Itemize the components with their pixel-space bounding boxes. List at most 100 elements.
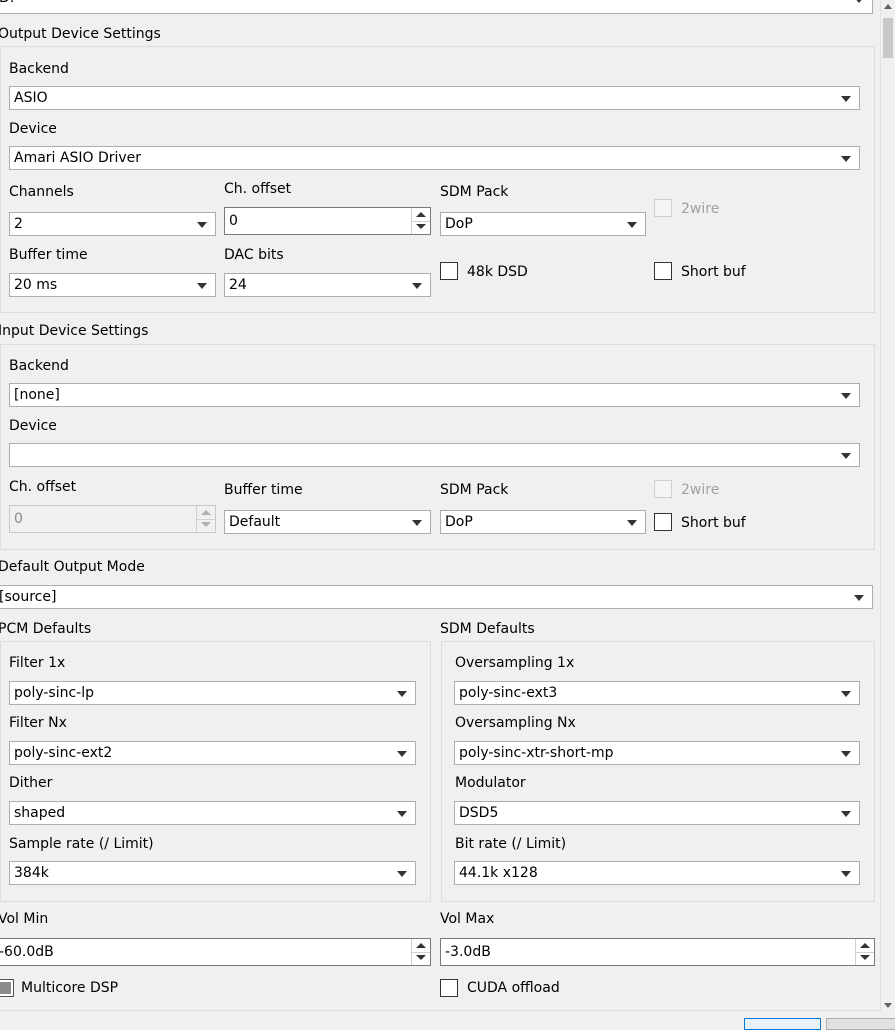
- input-ch-offset-spinbox[interactable]: 0: [9, 505, 216, 533]
- spin-up-icon[interactable]: [412, 939, 430, 953]
- default-output-mode-select[interactable]: [source]: [0, 585, 873, 609]
- chevron-down-icon: [627, 520, 637, 526]
- vol-min-spinbox[interactable]: -60.0dB: [0, 938, 431, 966]
- output-channels-select[interactable]: 2: [9, 212, 216, 236]
- output-dac-bits-value: 24: [229, 277, 247, 293]
- input-short-buf-label: Short buf: [681, 515, 746, 531]
- scrollbar-thumb[interactable]: [883, 18, 893, 58]
- chevron-down-icon: [397, 751, 407, 757]
- spin-buttons: [855, 939, 874, 965]
- chevron-down-icon: [397, 691, 407, 697]
- chevron-down-icon: [841, 751, 851, 757]
- spin-up-icon[interactable]: [412, 208, 430, 222]
- chevron-down-icon: [841, 453, 851, 459]
- input-2wire-checkbox[interactable]: [654, 480, 672, 498]
- chevron-down-icon: [412, 520, 422, 526]
- default-output-mode-label: Default Output Mode: [0, 559, 145, 575]
- output-short-buf-checkbox[interactable]: [654, 262, 672, 280]
- multicore-dsp-checkbox[interactable]: [0, 979, 14, 997]
- sdm-os1x-value: poly-sinc-ext3: [459, 685, 558, 701]
- sdm-osNx-select[interactable]: poly-sinc-xtr-short-mp: [454, 741, 860, 765]
- input-backend-label: Backend: [9, 358, 69, 374]
- output-backend-label: Backend: [9, 61, 69, 77]
- vol-max-spinbox[interactable]: -3.0dB: [440, 938, 875, 966]
- sdm-modulator-value: DSD5: [459, 805, 499, 821]
- input-buffer-time-value: Default: [229, 514, 281, 530]
- default-output-mode-value: [source]: [0, 589, 57, 605]
- pcm-defaults-title: PCM Defaults: [0, 621, 92, 637]
- chevron-down-icon: [841, 96, 851, 102]
- output-48k-dsd-checkbox[interactable]: [440, 262, 458, 280]
- output-ch-offset-value: 0: [229, 213, 238, 229]
- input-device-select[interactable]: [9, 443, 860, 467]
- spin-buttons: [411, 939, 430, 965]
- output-ch-offset-label: Ch. offset: [224, 181, 292, 197]
- input-2wire-label: 2wire: [681, 482, 720, 498]
- input-short-buf-checkbox[interactable]: [654, 513, 672, 531]
- output-dac-bits-label: DAC bits: [224, 247, 284, 263]
- chevron-down-icon: [197, 222, 207, 228]
- input-settings-title: Input Device Settings: [0, 323, 149, 339]
- spin-down-icon[interactable]: [412, 952, 430, 965]
- input-backend-select[interactable]: [none]: [9, 383, 860, 407]
- vertical-scrollbar[interactable]: [880, 0, 895, 1012]
- input-ch-offset-label: Ch. offset: [9, 479, 77, 495]
- output-2wire-checkbox[interactable]: [654, 199, 672, 217]
- chevron-down-icon: [841, 393, 851, 399]
- sdm-bit-rate-label: Bit rate (/ Limit): [455, 836, 567, 852]
- input-buffer-time-label: Buffer time: [224, 482, 303, 498]
- spin-down-icon[interactable]: [197, 519, 215, 532]
- spin-buttons: [411, 208, 430, 234]
- output-device-select[interactable]: Amari ASIO Driver: [9, 146, 860, 170]
- path-combo-value: D:: [0, 0, 15, 7]
- chevron-down-icon: [841, 811, 851, 817]
- spin-up-icon[interactable]: [197, 506, 215, 520]
- sdm-osNx-value: poly-sinc-xtr-short-mp: [459, 745, 614, 761]
- bottom-button-edge[interactable]: [744, 1018, 821, 1030]
- scroll-up-icon[interactable]: [884, 4, 892, 9]
- pcm-filter1x-select[interactable]: poly-sinc-lp: [9, 681, 416, 705]
- output-sdm-pack-value: DoP: [445, 216, 473, 232]
- multicore-dsp-label: Multicore DSP: [21, 980, 119, 996]
- bottom-button-edge-2[interactable]: [826, 1018, 895, 1030]
- input-backend-value: [none]: [14, 387, 60, 403]
- output-buffer-time-select[interactable]: 20 ms: [9, 273, 216, 297]
- sdm-osNx-label: Oversampling Nx: [455, 715, 576, 731]
- output-buffer-time-value: 20 ms: [14, 277, 58, 293]
- pcm-filterNx-select[interactable]: poly-sinc-ext2: [9, 741, 416, 765]
- pcm-dither-value: shaped: [14, 805, 66, 821]
- pcm-sample-rate-value: 384k: [14, 865, 49, 881]
- output-backend-select[interactable]: ASIO: [9, 86, 860, 110]
- spin-up-icon[interactable]: [856, 939, 874, 953]
- output-device-label: Device: [9, 121, 57, 137]
- sdm-bit-rate-select[interactable]: 44.1k x128: [454, 861, 860, 885]
- output-buffer-time-label: Buffer time: [9, 247, 88, 263]
- sdm-os1x-select[interactable]: poly-sinc-ext3: [454, 681, 860, 705]
- spin-down-icon[interactable]: [412, 221, 430, 234]
- pcm-dither-select[interactable]: shaped: [9, 801, 416, 825]
- output-channels-label: Channels: [9, 184, 74, 200]
- input-ch-offset-value: 0: [14, 511, 23, 527]
- pcm-sample-rate-select[interactable]: 384k: [9, 861, 416, 885]
- vol-min-value: -60.0dB: [0, 944, 54, 960]
- sdm-os1x-label: Oversampling 1x: [455, 655, 575, 671]
- pcm-sample-rate-label: Sample rate (/ Limit): [9, 836, 154, 852]
- input-sdm-pack-select[interactable]: DoP: [440, 510, 646, 534]
- output-sdm-pack-label: SDM Pack: [440, 184, 509, 200]
- pcm-filterNx-value: poly-sinc-ext2: [14, 745, 113, 761]
- scroll-down-icon[interactable]: [884, 1003, 892, 1008]
- spin-down-icon[interactable]: [856, 952, 874, 965]
- vol-max-value: -3.0dB: [445, 944, 491, 960]
- chevron-down-icon: [841, 691, 851, 697]
- chevron-down-icon: [854, 0, 864, 3]
- path-combo[interactable]: D:: [0, 0, 873, 14]
- pcm-filterNx-label: Filter Nx: [9, 715, 67, 731]
- sdm-modulator-select[interactable]: DSD5: [454, 801, 860, 825]
- sdm-bit-rate-value: 44.1k x128: [459, 865, 538, 881]
- input-buffer-time-select[interactable]: Default: [224, 510, 431, 534]
- output-device-value: Amari ASIO Driver: [14, 150, 142, 166]
- output-sdm-pack-select[interactable]: DoP: [440, 212, 646, 236]
- cuda-offload-checkbox[interactable]: [440, 979, 458, 997]
- output-dac-bits-select[interactable]: 24: [224, 273, 431, 297]
- output-ch-offset-spinbox[interactable]: 0: [224, 207, 431, 235]
